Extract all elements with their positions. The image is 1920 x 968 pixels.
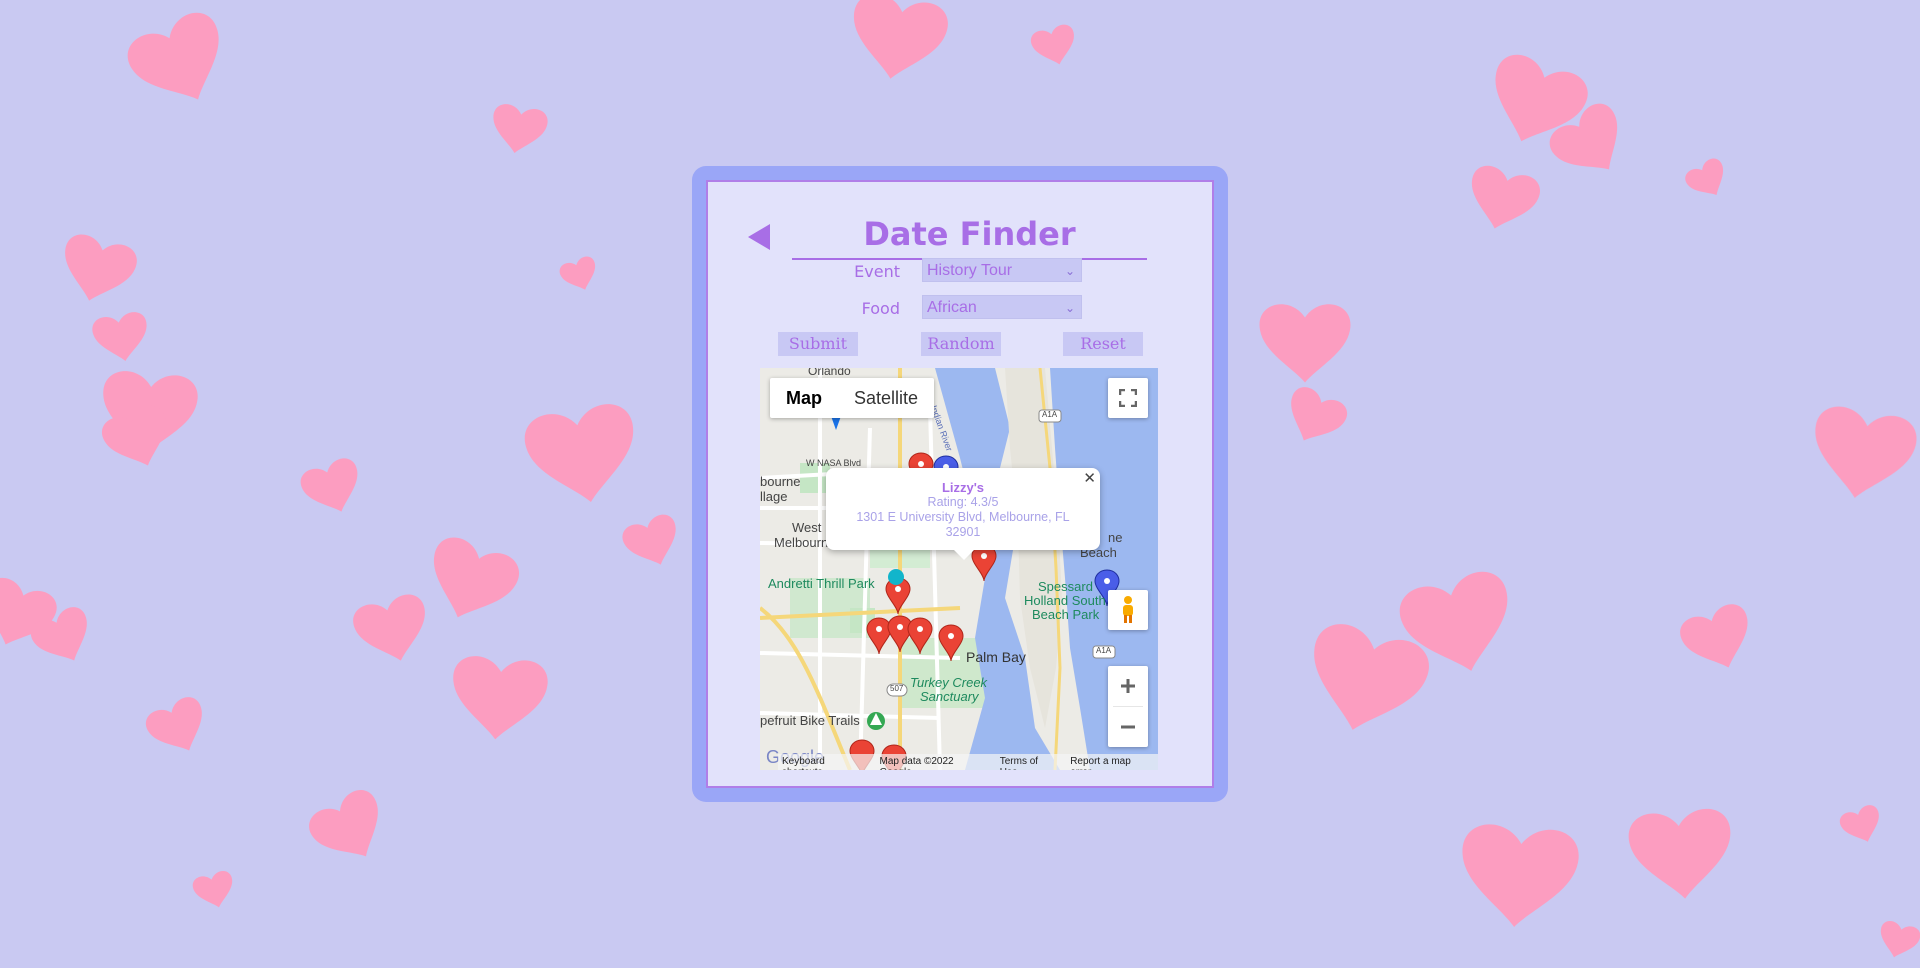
chevron-down-icon: ⌄ bbox=[1064, 264, 1075, 278]
heart-icon bbox=[520, 400, 645, 512]
terms-link[interactable]: Terms of Use bbox=[1000, 756, 1058, 770]
heart-icon bbox=[349, 590, 437, 670]
map-label: Turkey Creek bbox=[910, 675, 988, 690]
pegman-icon[interactable] bbox=[1108, 590, 1148, 630]
heart-icon bbox=[416, 531, 525, 633]
reset-button[interactable]: Reset bbox=[1063, 332, 1143, 356]
heart-icon bbox=[0, 573, 62, 657]
food-label: Food bbox=[861, 299, 900, 318]
heart-icon bbox=[1675, 599, 1762, 680]
back-arrow-icon[interactable] bbox=[744, 222, 774, 252]
event-select-value: History Tour bbox=[927, 262, 1013, 279]
date-finder-card: Date Finder Event History Tour ⌄ Food Af… bbox=[692, 166, 1228, 802]
info-window-zip: 32901 bbox=[945, 525, 981, 539]
heart-icon bbox=[1028, 22, 1081, 70]
submit-button[interactable]: Submit bbox=[778, 332, 858, 356]
map-type-control: Map Satellite bbox=[770, 378, 935, 418]
heart-icon bbox=[1837, 802, 1887, 849]
heart-icon bbox=[297, 454, 369, 522]
map-label: A1A bbox=[1042, 410, 1058, 419]
heart-icon bbox=[1456, 822, 1581, 933]
heart-icon bbox=[1461, 162, 1544, 238]
heart-icon bbox=[619, 511, 687, 574]
event-label: Event bbox=[854, 262, 900, 281]
heart-icon bbox=[303, 783, 398, 875]
close-icon[interactable]: ✕ bbox=[1083, 469, 1096, 487]
map-label: 507 bbox=[890, 684, 904, 693]
chevron-down-icon: ⌄ bbox=[1064, 301, 1075, 315]
map-data-text: Map data ©2022 Google bbox=[879, 756, 954, 770]
heart-icon bbox=[487, 102, 550, 158]
random-button[interactable]: Random bbox=[921, 332, 1001, 356]
report-error-link[interactable]: Report a map error bbox=[1070, 756, 1154, 770]
heart-icon bbox=[1874, 918, 1920, 963]
heart-icon bbox=[120, 5, 241, 120]
map-view[interactable]: Orlando W NASA Blvd bourne llage West Me… bbox=[760, 368, 1158, 770]
map-label: llage bbox=[760, 489, 788, 504]
heart-icon bbox=[1277, 382, 1352, 453]
heart-icon bbox=[1682, 155, 1734, 206]
heart-icon bbox=[26, 602, 101, 673]
food-select[interactable]: African ⌄ bbox=[922, 295, 1082, 319]
map-label: Orlando bbox=[808, 368, 851, 378]
map-label: Melbourn bbox=[774, 535, 829, 550]
heart-icon bbox=[557, 254, 603, 296]
info-window: ✕ Lizzy's Rating: 4.3/5 1301 E Universit… bbox=[826, 468, 1100, 560]
info-window-title: Lizzy's bbox=[941, 480, 985, 495]
map-tiles bbox=[760, 368, 1158, 770]
heart-icon bbox=[1476, 48, 1594, 158]
heart-icon bbox=[1296, 618, 1435, 745]
heart-icon bbox=[141, 692, 216, 763]
date-finder-panel: Date Finder Event History Tour ⌄ Food Af… bbox=[706, 180, 1214, 788]
map-type-satellite-button[interactable]: Satellite bbox=[838, 378, 934, 418]
button-row: Submit Random Reset bbox=[708, 332, 1212, 358]
map-label: Holland South bbox=[1024, 593, 1106, 608]
map-label: W NASA Blvd bbox=[806, 458, 862, 468]
event-select[interactable]: History Tour ⌄ bbox=[922, 258, 1082, 282]
heart-icon bbox=[1626, 806, 1736, 904]
info-window-rating: Rating: 4.3/5 bbox=[927, 495, 999, 509]
heart-icon bbox=[53, 230, 141, 310]
map-type-map-button[interactable]: Map bbox=[770, 378, 838, 418]
map-label: Sanctuary bbox=[920, 689, 979, 704]
map-label: Andretti Thrill Park bbox=[768, 576, 875, 591]
map-label: A1A bbox=[1096, 646, 1112, 655]
heart-icon bbox=[1259, 304, 1351, 383]
map-label: bourne bbox=[760, 474, 801, 489]
heart-icon bbox=[1804, 402, 1920, 507]
info-window-address: 1301 E University Blvd, Melbourne, FL bbox=[856, 510, 1070, 524]
heart-icon bbox=[190, 868, 239, 913]
heart-icon bbox=[98, 369, 200, 459]
map-label: pefruit Bike Trails bbox=[760, 713, 860, 728]
zoom-in-icon[interactable] bbox=[1108, 666, 1148, 706]
food-row: Food African ⌄ bbox=[708, 295, 1212, 321]
heart-icon bbox=[1394, 566, 1525, 685]
heart-icon bbox=[90, 310, 153, 366]
map-attribution: Keyboard shortcuts Map data ©2022 Google… bbox=[778, 754, 1158, 770]
map-label: ne bbox=[1108, 530, 1123, 545]
zoom-control bbox=[1108, 666, 1148, 747]
heart-icon bbox=[843, 0, 952, 87]
heart-icon bbox=[448, 654, 550, 744]
page-title: Date Finder bbox=[792, 212, 1147, 260]
heart-icon bbox=[1543, 97, 1639, 191]
map-label: Palm Bay bbox=[966, 649, 1026, 665]
event-row: Event History Tour ⌄ bbox=[708, 258, 1212, 284]
fullscreen-icon[interactable] bbox=[1108, 378, 1148, 418]
heart-icon bbox=[97, 401, 179, 477]
map-label: West bbox=[792, 520, 822, 535]
food-select-value: African bbox=[927, 299, 977, 316]
map-label: Beach Park bbox=[1032, 607, 1100, 622]
map-label: Spessard bbox=[1038, 579, 1093, 594]
keyboard-shortcuts-link[interactable]: Keyboard shortcuts bbox=[782, 756, 867, 770]
zoom-out-icon[interactable] bbox=[1108, 707, 1148, 747]
